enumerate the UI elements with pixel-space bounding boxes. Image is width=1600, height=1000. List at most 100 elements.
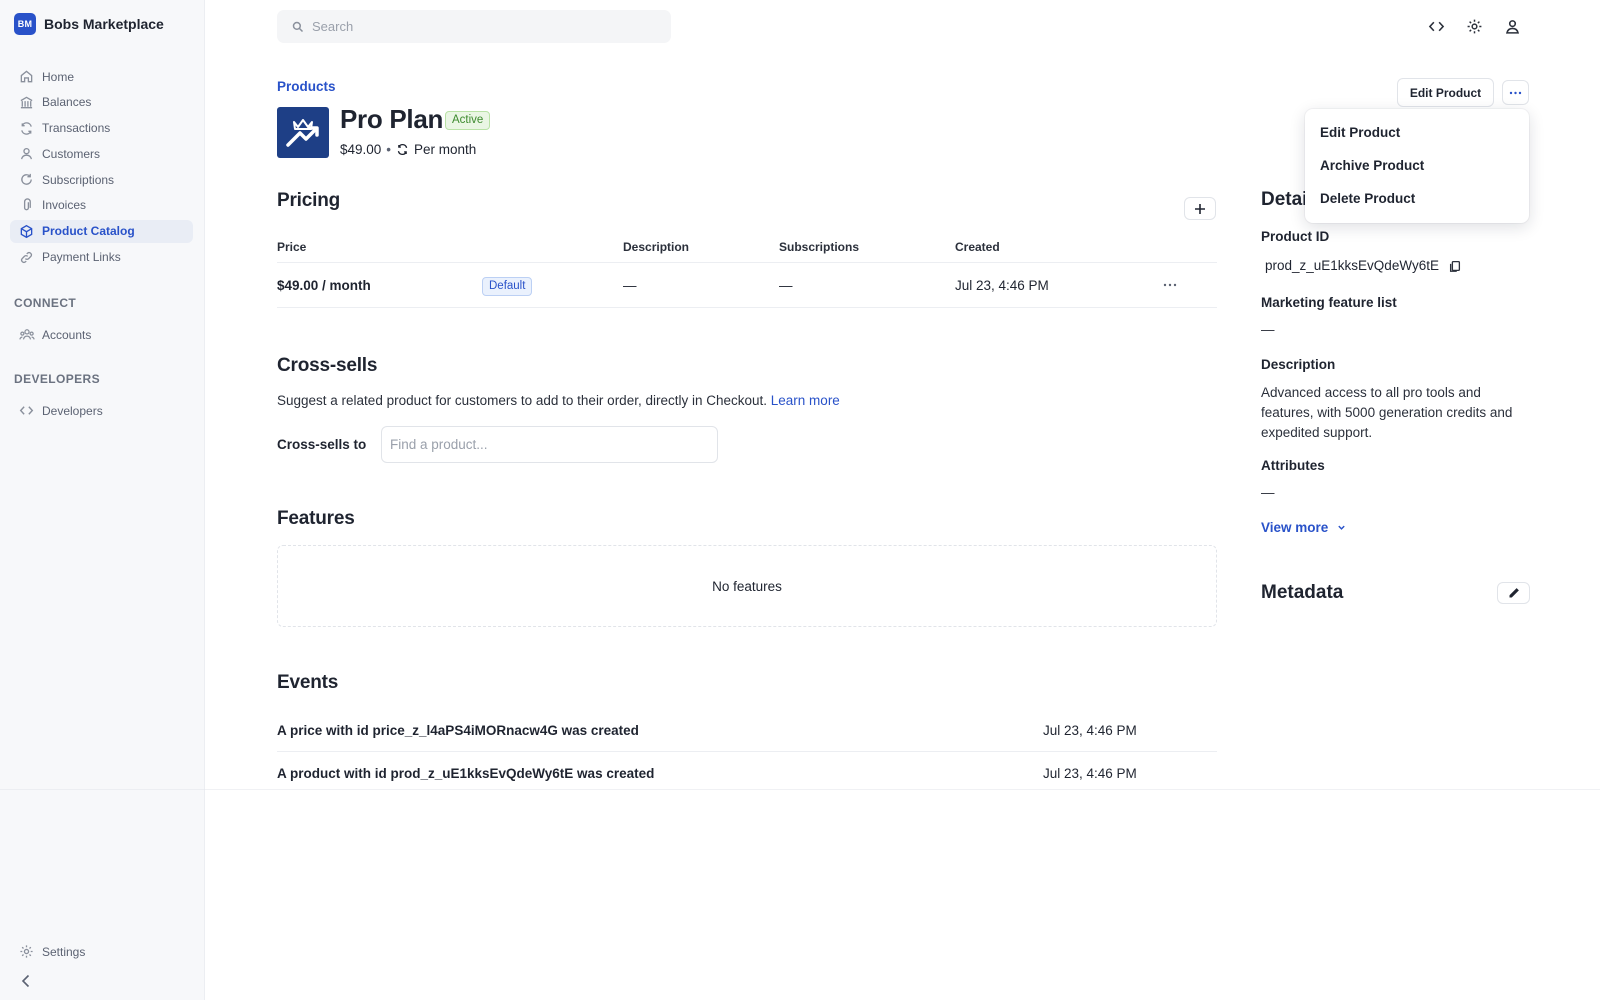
price-cell: $49.00 / month <box>277 278 371 293</box>
gear-icon <box>19 944 34 959</box>
more-actions-button[interactable] <box>1502 80 1529 105</box>
marketing-feature-list-label: Marketing feature list <box>1261 295 1397 310</box>
sidebar-item-settings[interactable]: Settings <box>10 940 193 963</box>
developers-nav: Developers <box>10 399 193 425</box>
page-title: Pro Plan <box>340 104 444 134</box>
sidebar-item-label: Balances <box>42 95 92 110</box>
sidebar-item-label: Product Catalog <box>42 224 135 239</box>
sidebar-item-subscriptions[interactable]: Subscriptions <box>10 168 193 191</box>
sidebar-item-home[interactable]: Home <box>10 65 193 88</box>
edit-metadata-button[interactable] <box>1497 582 1530 604</box>
sidebar: BM Bobs Marketplace Home Balances Transa… <box>0 0 205 1000</box>
status-badge: Active <box>445 111 491 130</box>
find-product-input[interactable] <box>381 426 718 463</box>
search-input[interactable] <box>312 19 642 34</box>
cross-sells-description: Suggest a related product for customers … <box>277 393 840 408</box>
refresh-icon <box>19 172 34 187</box>
product-id-value: prod_z_uE1kksEvQdeWy6tE <box>1265 258 1439 273</box>
learn-more-link[interactable]: Learn more <box>771 393 840 408</box>
event-divider <box>277 751 1217 752</box>
recurring-icon <box>396 143 409 156</box>
user-icon[interactable] <box>1504 18 1521 35</box>
attributes-label: Attributes <box>1261 458 1325 473</box>
created-cell: Jul 23, 4:46 PM <box>955 278 1049 293</box>
search-bar[interactable] <box>277 10 671 43</box>
sidebar-item-label: Customers <box>42 146 101 161</box>
sidebar-item-transactions[interactable]: Transactions <box>10 117 193 140</box>
sidebar-item-customers[interactable]: Customers <box>10 142 193 165</box>
cube-icon <box>19 224 34 239</box>
column-header-description: Description <box>623 240 690 254</box>
collapse-sidebar-icon[interactable] <box>18 973 34 989</box>
cross-sells-description-text: Suggest a related product for customers … <box>277 393 768 408</box>
breadcrumb-products[interactable]: Products <box>277 79 336 94</box>
sidebar-item-label: Transactions <box>42 121 111 136</box>
table-divider <box>277 262 1217 263</box>
features-heading: Features <box>277 508 355 529</box>
connect-nav: Accounts <box>10 323 193 349</box>
link-icon <box>19 250 34 265</box>
copy-icon[interactable] <box>1448 259 1462 273</box>
separator-dot: • <box>386 142 392 157</box>
developers-section-label: DEVELOPERS <box>14 372 101 386</box>
code-icon[interactable] <box>1428 18 1445 35</box>
plus-icon <box>1195 203 1205 214</box>
event-date: Jul 23, 4:46 PM <box>1043 766 1137 781</box>
product-id-row: prod_z_uE1kksEvQdeWy6tE <box>1265 258 1462 273</box>
cross-sells-to-label: Cross-sells to <box>277 437 367 452</box>
sidebar-item-accounts[interactable]: Accounts <box>10 323 193 346</box>
column-header-created: Created <box>955 240 1000 254</box>
events-heading: Events <box>277 672 339 693</box>
gear-icon[interactable] <box>1466 18 1483 35</box>
pencil-icon <box>1508 587 1520 599</box>
brand-logo: BM <box>14 13 36 35</box>
product-actions-menu: Edit Product Archive Product Delete Prod… <box>1305 109 1529 223</box>
arrows-cycle-icon <box>19 121 34 136</box>
event-date: Jul 23, 4:46 PM <box>1043 723 1137 738</box>
menu-item-edit-product[interactable]: Edit Product <box>1305 116 1529 149</box>
page-divider <box>0 789 1600 790</box>
settings-nav: Settings <box>10 940 193 966</box>
event-text: A product with id prod_z_uE1kksEvQdeWy6t… <box>277 766 655 781</box>
ellipsis-icon <box>1509 91 1522 95</box>
product-subtitle: $49.00 • Per month <box>340 142 476 157</box>
column-header-subscriptions: Subscriptions <box>779 240 860 254</box>
sidebar-item-payment-links[interactable]: Payment Links <box>10 246 193 269</box>
bank-icon <box>19 95 34 110</box>
code-icon <box>19 403 34 418</box>
pricing-heading: Pricing <box>277 190 341 211</box>
search-icon <box>292 21 304 33</box>
description-value: Advanced access to all pro tools and fea… <box>1261 385 1513 440</box>
home-icon <box>19 69 34 84</box>
edit-product-button[interactable]: Edit Product <box>1397 78 1494 107</box>
description-label: Description <box>1261 357 1336 372</box>
metadata-heading: Metadata <box>1261 582 1344 603</box>
add-price-button[interactable] <box>1184 197 1216 220</box>
view-more-link[interactable]: View more <box>1261 520 1346 535</box>
column-header-price: Price <box>277 240 307 254</box>
cross-sells-heading: Cross-sells <box>277 355 378 376</box>
view-more-label: View more <box>1261 520 1329 535</box>
default-badge: Default <box>482 277 533 296</box>
event-text: A price with id price_z_l4aPS4iMORnacw4G… <box>277 723 639 738</box>
attributes-value: — <box>1261 485 1275 500</box>
product-image <box>277 107 329 158</box>
sidebar-item-developers[interactable]: Developers <box>10 399 193 422</box>
sidebar-item-label: Settings <box>42 944 86 959</box>
menu-item-delete-product[interactable]: Delete Product <box>1305 182 1529 215</box>
sidebar-item-label: Payment Links <box>42 250 121 265</box>
menu-item-archive-product[interactable]: Archive Product <box>1305 149 1529 182</box>
brand[interactable]: BM Bobs Marketplace <box>14 13 164 35</box>
sidebar-item-balances[interactable]: Balances <box>10 91 193 114</box>
marketing-feature-list-value: — <box>1261 322 1275 337</box>
sidebar-item-label: Subscriptions <box>42 172 115 187</box>
table-divider <box>277 307 1217 308</box>
sidebar-item-invoices[interactable]: Invoices <box>10 194 193 217</box>
sidebar-item-label: Developers <box>42 403 103 418</box>
product-id-label: Product ID <box>1261 229 1330 244</box>
no-features-text: No features <box>712 578 782 594</box>
sidebar-item-product-catalog[interactable]: Product Catalog <box>10 219 193 243</box>
product-interval: Per month <box>414 142 477 157</box>
description-cell: — <box>623 278 637 293</box>
row-more-icon[interactable] <box>1163 278 1181 292</box>
